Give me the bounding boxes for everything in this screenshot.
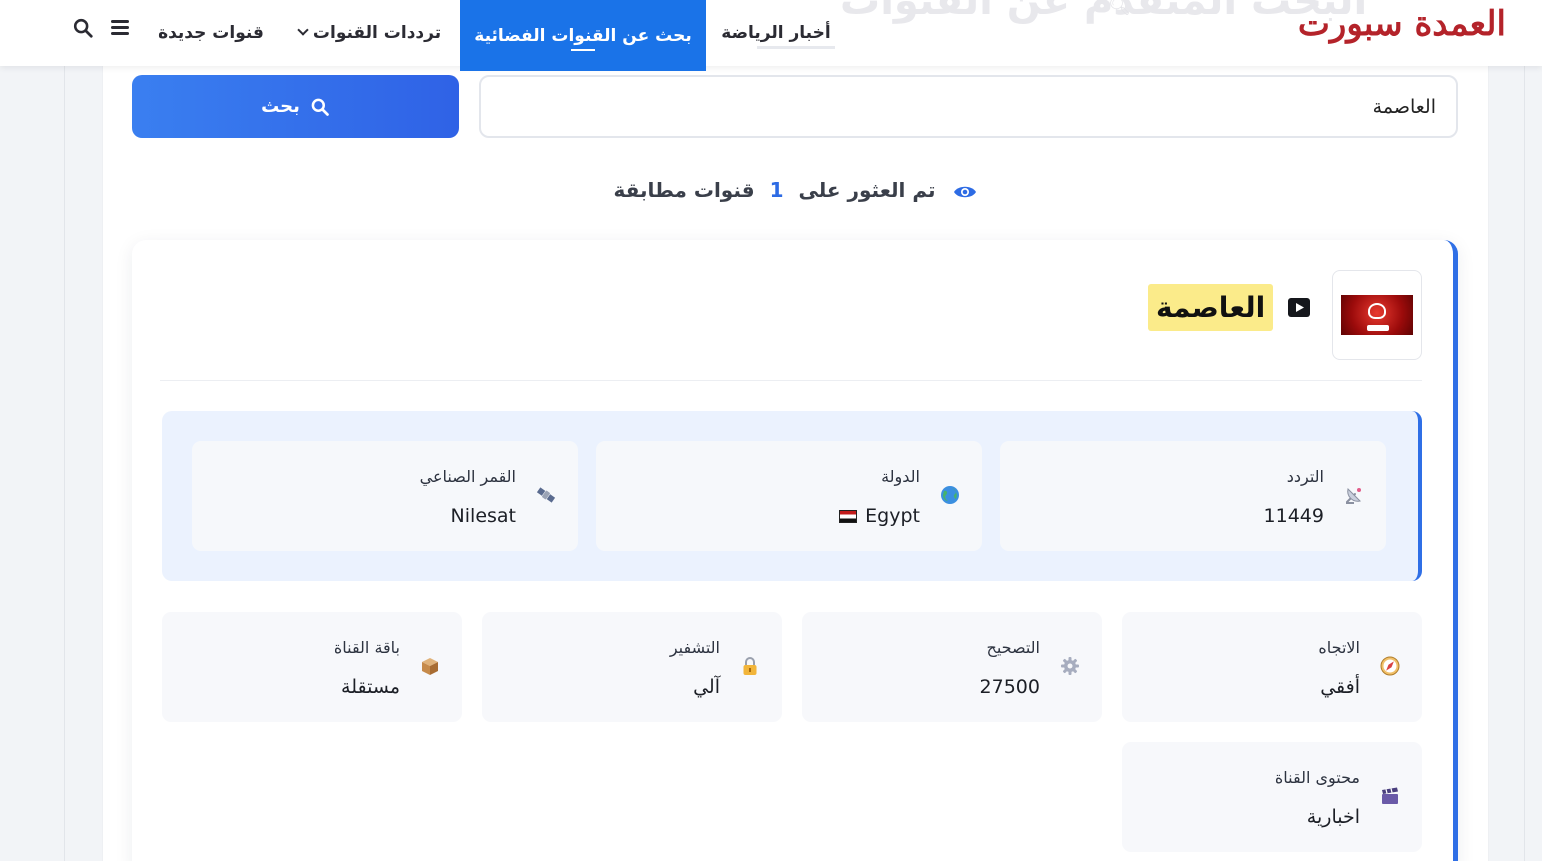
info-country-label: الدولة xyxy=(881,467,920,486)
symbol-rate-value: 27500 xyxy=(979,676,1040,698)
results-count: 1 xyxy=(769,178,784,202)
nav-new-channels[interactable]: قنوات جديدة xyxy=(148,0,274,66)
info-content-label: محتوى القناة xyxy=(1274,768,1360,787)
search-input[interactable] xyxy=(479,75,1458,138)
info-satellite: القمر الصناعي Nilesat xyxy=(192,441,578,551)
info-country-value: Egypt xyxy=(839,505,920,527)
menu-icon[interactable] xyxy=(111,20,129,36)
satellite-value: Nilesat xyxy=(450,505,516,527)
site-logo[interactable]: العمدة سبورت xyxy=(1298,4,1507,44)
site-header: البحث المتقدم عن القنوات 🔍︎ العمدة سبورت… xyxy=(0,0,1542,71)
eye-icon xyxy=(953,186,976,197)
channel-name: العاصمة xyxy=(1148,284,1274,331)
nav-sports-news[interactable]: أخبار الرياضة xyxy=(712,0,840,66)
channel-card: العاصمة التردد 11449 الدولة Egypt القمر … xyxy=(132,240,1458,861)
active-tab-indicator xyxy=(571,49,595,51)
nav-channel-frequencies-label: ترددات القنوات xyxy=(312,23,442,43)
page-edge-left xyxy=(64,0,65,861)
encryption-value: آلي xyxy=(693,676,720,698)
page-edge-right xyxy=(1524,0,1525,861)
nav-new-channels-label: قنوات جديدة xyxy=(158,23,264,43)
info-frequency: التردد 11449 xyxy=(1000,441,1386,551)
info-encryption-label: التشفير xyxy=(669,638,720,657)
info-country: الدولة Egypt xyxy=(596,441,982,551)
clapper-icon xyxy=(1382,787,1398,804)
info-satellite-value: Nilesat xyxy=(451,505,516,527)
heading-search-icon: 🔍︎ xyxy=(1108,0,1131,17)
compass-icon xyxy=(1380,656,1400,676)
satellite-dish-icon xyxy=(1346,488,1361,504)
search-button-icon xyxy=(311,98,329,116)
search-button-label: بحث xyxy=(261,96,300,117)
info-encryption-value: آلي xyxy=(693,676,720,698)
lock-icon xyxy=(743,657,757,675)
info-frequency-value: 11449 xyxy=(1264,505,1324,527)
info-symbol-rate: التصحيح 27500 xyxy=(802,612,1102,722)
info-package: باقة القناة مستقلة xyxy=(162,612,462,722)
results-prefix: تم العثور على xyxy=(798,178,936,202)
page: البحث المتقدم عن القنوات 🔍︎ العمدة سبورت… xyxy=(0,0,1542,861)
info-satellite-label: القمر الصناعي xyxy=(419,467,516,486)
info-frequency-label: التردد xyxy=(1286,467,1324,486)
divider xyxy=(160,380,1422,381)
search-icon[interactable] xyxy=(72,17,94,39)
frequency-value: 11449 xyxy=(1263,505,1324,527)
info-polarization-label: الاتجاه xyxy=(1318,638,1360,657)
info-package-value: مستقلة xyxy=(341,676,400,698)
info-content: محتوى القناة اخبارية xyxy=(1122,742,1422,852)
package-value: مستقلة xyxy=(341,676,400,698)
results-suffix: قنوات مطابقة xyxy=(613,178,755,202)
play-icon[interactable] xyxy=(1288,298,1310,317)
channel-logo-image xyxy=(1341,295,1413,335)
nav-channel-frequencies[interactable]: ترددات القنوات xyxy=(290,0,450,66)
page-heading-watermark: البحث المتقدم عن القنوات xyxy=(840,0,1368,24)
info-symbol-rate-label: التصحيح xyxy=(986,638,1040,657)
polarization-value: أفقي xyxy=(1320,676,1360,698)
nav-sports-news-label: أخبار الرياضة xyxy=(721,23,831,43)
country-value: Egypt xyxy=(865,505,920,527)
info-encryption: التشفير آلي xyxy=(482,612,782,722)
content-value: اخبارية xyxy=(1306,806,1360,828)
info-content-value: اخبارية xyxy=(1307,806,1360,828)
info-package-label: باقة القناة xyxy=(333,638,400,657)
egypt-flag-icon xyxy=(839,509,858,523)
info-polarization: الاتجاه أفقي xyxy=(1122,612,1422,722)
info-polarization-value: أفقي xyxy=(1320,676,1360,698)
satellite-icon xyxy=(536,487,556,503)
info-symbol-rate-value: 27500 xyxy=(980,676,1040,698)
search-button[interactable]: بحث xyxy=(132,75,459,138)
gear-icon xyxy=(1061,657,1079,675)
package-icon xyxy=(422,658,438,675)
globe-icon xyxy=(941,486,959,504)
nav-search-channels-label: بحث عن القنوات الفضائية xyxy=(474,25,692,46)
primary-info-panel: التردد 11449 الدولة Egypt القمر الصناعي … xyxy=(162,411,1422,581)
results-summary: تم العثور على 1 قنوات مطابقة xyxy=(0,178,1542,202)
channel-logo xyxy=(1332,270,1422,360)
nav-search-channels[interactable]: بحث عن القنوات الفضائية xyxy=(460,0,706,71)
chevron-down-icon xyxy=(297,24,309,36)
